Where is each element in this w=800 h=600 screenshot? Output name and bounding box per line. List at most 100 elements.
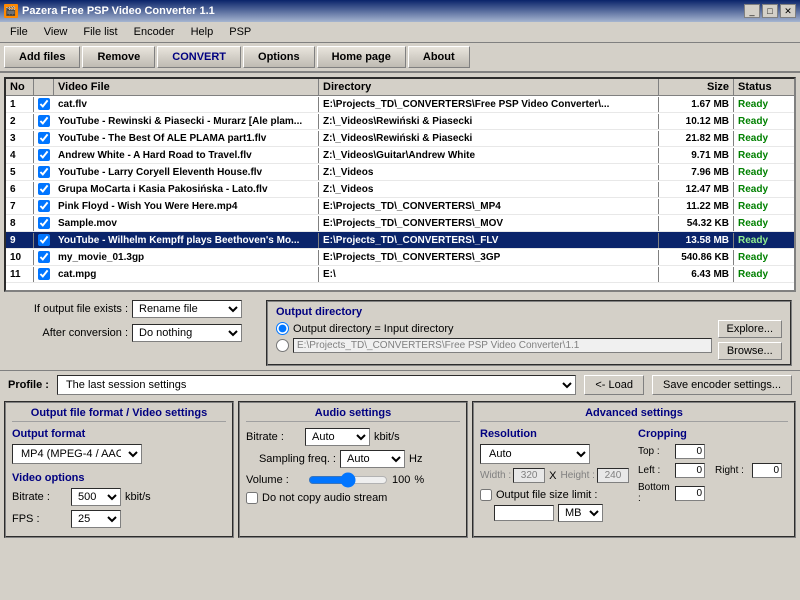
titlebar: 🎬 Pazera Free PSP Video Converter 1.1 _ …: [0, 0, 800, 22]
table-row[interactable]: 5 YouTube - Larry Coryell Eleventh House…: [6, 164, 794, 181]
row-dir: E:\Projects_TD\_CONVERTERS\_3GP: [319, 250, 659, 265]
row-check[interactable]: [34, 132, 54, 144]
options-button[interactable]: Options: [243, 46, 315, 68]
row-check[interactable]: [34, 217, 54, 229]
row-dir: Z:\_Videos\Rewiński & Piasecki: [319, 131, 659, 146]
bottom-panels: Output file format / Video settings Outp…: [0, 399, 800, 542]
row-check[interactable]: [34, 200, 54, 212]
menubar: File View File list Encoder Help PSP: [0, 22, 800, 43]
table-row[interactable]: 8 Sample.mov E:\Projects_TD\_CONVERTERS\…: [6, 215, 794, 232]
menu-encoder[interactable]: Encoder: [128, 24, 181, 40]
no-audio-row[interactable]: Do not copy audio stream: [246, 492, 460, 504]
limit-input[interactable]: [494, 505, 554, 521]
about-button[interactable]: About: [408, 46, 470, 68]
maximize-button[interactable]: □: [762, 4, 778, 18]
no-audio-checkbox[interactable]: [246, 492, 258, 504]
row-status: Ready: [734, 267, 794, 282]
browse-button[interactable]: Browse...: [718, 342, 782, 360]
resolution-select[interactable]: Auto: [480, 444, 590, 464]
bitrate-select[interactable]: 500: [71, 488, 121, 506]
minimize-button[interactable]: _: [744, 4, 760, 18]
row-name: YouTube - Larry Coryell Eleventh House.f…: [54, 165, 319, 180]
save-settings-button[interactable]: Save encoder settings...: [652, 375, 792, 395]
table-row[interactable]: 7 Pink Floyd - Wish You Were Here.mp4 E:…: [6, 198, 794, 215]
table-row[interactable]: 3 YouTube - The Best Of ALE PLAMA part1.…: [6, 130, 794, 147]
top-input[interactable]: [675, 444, 705, 459]
add-files-button[interactable]: Add files: [4, 46, 80, 68]
radio-custom-dir-input[interactable]: [276, 339, 289, 352]
file-limit-checkbox[interactable]: [480, 489, 492, 501]
mb-select[interactable]: MB: [558, 504, 603, 522]
row-check[interactable]: [34, 234, 54, 246]
height-input[interactable]: [597, 468, 629, 483]
output-exists-select[interactable]: Rename file Overwrite Skip: [132, 300, 242, 318]
table-row[interactable]: 6 Grupa MoCarta i Kasia Pakosińska - Lat…: [6, 181, 794, 198]
row-check[interactable]: [34, 149, 54, 161]
row-check[interactable]: [34, 98, 54, 110]
sampling-unit: Hz: [409, 453, 422, 465]
menu-help[interactable]: Help: [185, 24, 220, 40]
right-input[interactable]: [752, 463, 782, 478]
fps-select[interactable]: 25: [71, 510, 121, 528]
custom-dir-input[interactable]: [293, 338, 712, 353]
profile-select[interactable]: The last session settings: [57, 375, 576, 395]
row-check[interactable]: [34, 268, 54, 280]
video-options-section: Video options: [12, 472, 226, 484]
explore-button[interactable]: Explore...: [718, 320, 782, 338]
width-input[interactable]: [513, 468, 545, 483]
row-status: Ready: [734, 250, 794, 265]
row-no: 5: [6, 165, 34, 180]
table-row[interactable]: 1 cat.flv E:\Projects_TD\_CONVERTERS\Fre…: [6, 96, 794, 113]
row-status: Ready: [734, 131, 794, 146]
titlebar-left: 🎬 Pazera Free PSP Video Converter 1.1: [4, 4, 215, 18]
row-check[interactable]: [34, 183, 54, 195]
radio-input-dir-input[interactable]: [276, 322, 289, 335]
close-button[interactable]: ✕: [780, 4, 796, 18]
menu-psp[interactable]: PSP: [223, 24, 257, 40]
bitrate-field: Bitrate : 500 kbit/s: [12, 488, 226, 506]
bottom-field: Bottom :: [638, 482, 711, 504]
volume-slider[interactable]: [308, 472, 388, 488]
col-header-status: Status: [734, 79, 794, 95]
bottom-input[interactable]: [675, 486, 705, 501]
menu-file[interactable]: File: [4, 24, 34, 40]
sampling-select[interactable]: Auto: [340, 450, 405, 468]
row-check[interactable]: [34, 251, 54, 263]
row-size: 10.12 MB: [659, 114, 734, 129]
profile-row: Profile : The last session settings <- L…: [0, 370, 800, 399]
app-title: Pazera Free PSP Video Converter 1.1: [22, 5, 215, 17]
menu-view[interactable]: View: [38, 24, 74, 40]
left-input[interactable]: [675, 463, 705, 478]
row-dir: E:\: [319, 267, 659, 282]
convert-button[interactable]: CONVERT: [157, 46, 241, 68]
radio-input-dir[interactable]: Output directory = Input directory: [276, 322, 712, 335]
titlebar-controls[interactable]: _ □ ✕: [744, 4, 796, 18]
table-row[interactable]: 9 YouTube - Wilhelm Kempff plays Beethov…: [6, 232, 794, 249]
row-name: cat.mpg: [54, 267, 319, 282]
row-dir: Z:\_Videos\Rewiński & Piasecki: [319, 114, 659, 129]
table-row[interactable]: 2 YouTube - Rewinski & Piasecki - Murarz…: [6, 113, 794, 130]
after-conversion-select[interactable]: Do nothing Open output folder Shutdown P…: [132, 324, 242, 342]
options-row: If output file exists : Rename file Over…: [0, 296, 800, 370]
table-row[interactable]: 11 cat.mpg E:\ 6.43 MB Ready: [6, 266, 794, 283]
audio-bitrate-label: Bitrate :: [246, 431, 301, 443]
remove-button[interactable]: Remove: [82, 46, 155, 68]
row-check[interactable]: [34, 166, 54, 178]
output-format-select[interactable]: MP4 (MPEG-4 / AAC): [12, 444, 142, 464]
row-no: 9: [6, 233, 34, 248]
filelist-body[interactable]: 1 cat.flv E:\Projects_TD\_CONVERTERS\Fre…: [6, 96, 794, 284]
load-button[interactable]: <- Load: [584, 375, 644, 395]
fps-field: FPS : 25: [12, 510, 226, 528]
row-status: Ready: [734, 148, 794, 163]
table-row[interactable]: 10 my_movie_01.3gp E:\Projects_TD\_CONVE…: [6, 249, 794, 266]
homepage-button[interactable]: Home page: [317, 46, 406, 68]
table-row[interactable]: 12 Praca000.3gp E:\ 169.25 KB Ready: [6, 283, 794, 284]
row-name: cat.flv: [54, 97, 319, 112]
row-check[interactable]: [34, 115, 54, 127]
radio-custom-dir[interactable]: [276, 338, 712, 353]
right-field: Right :: [715, 463, 788, 478]
audio-bitrate-select[interactable]: Auto: [305, 428, 370, 446]
menu-filelist[interactable]: File list: [77, 24, 123, 40]
crop-grid: Top : Left : Right : Bottom :: [638, 444, 788, 504]
table-row[interactable]: 4 Andrew White - A Hard Road to Travel.f…: [6, 147, 794, 164]
